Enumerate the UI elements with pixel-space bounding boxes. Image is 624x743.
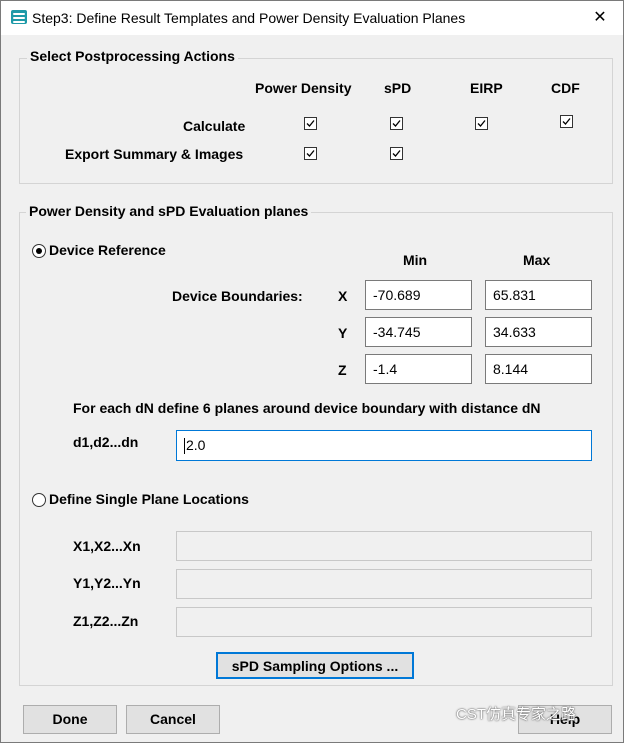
z-min-input[interactable]: -1.4 xyxy=(365,354,472,384)
y-min-input[interactable]: -34.745 xyxy=(365,317,472,347)
calculate-cdf-checkbox[interactable] xyxy=(560,115,573,128)
axis-y-label: Y xyxy=(338,325,348,341)
dn-label: d1,d2...dn xyxy=(73,434,139,450)
device-reference-label: Device Reference xyxy=(49,242,166,258)
app-wave-icon xyxy=(11,10,27,24)
device-boundaries-label: Device Boundaries: xyxy=(172,288,303,304)
z-max-input[interactable]: 8.144 xyxy=(485,354,592,384)
single-plane-radio[interactable] xyxy=(32,493,46,507)
z-planes-label: Z1,Z2...Zn xyxy=(73,613,139,629)
window-title: Step3: Define Result Templates and Power… xyxy=(32,10,466,26)
evaluation-planes-label: Power Density and sPD Evaluation planes xyxy=(26,203,312,219)
y-planes-label: Y1,Y2...Yn xyxy=(73,575,141,591)
text-cursor xyxy=(184,438,185,455)
calculate-spd-checkbox[interactable] xyxy=(390,117,403,130)
close-icon[interactable]: ✕ xyxy=(577,1,623,35)
row-export-label: Export Summary & Images xyxy=(65,146,244,162)
watermark-text: CST仿真专家之路 xyxy=(456,706,577,723)
spd-sampling-options-button[interactable]: sPD Sampling Options ... xyxy=(216,652,414,679)
dn-input[interactable]: 2.0 xyxy=(176,430,592,461)
dn-value: 2.0 xyxy=(186,437,206,453)
max-header: Max xyxy=(523,252,551,268)
cancel-button[interactable]: Cancel xyxy=(126,705,220,734)
row-calculate-label: Calculate xyxy=(183,118,246,134)
export-power-density-checkbox[interactable] xyxy=(304,147,317,160)
min-header: Min xyxy=(403,252,428,268)
device-reference-radio[interactable] xyxy=(32,244,46,258)
y-planes-input[interactable] xyxy=(176,569,592,599)
column-spd: sPD xyxy=(384,80,412,96)
x-max-input[interactable]: 65.831 xyxy=(485,280,592,310)
title-bar: Step3: Define Result Templates and Power… xyxy=(1,1,623,35)
export-spd-checkbox[interactable] xyxy=(390,147,403,160)
x-planes-label: X1,X2...Xn xyxy=(73,538,141,554)
y-max-input[interactable]: 34.633 xyxy=(485,317,592,347)
dn-description: For each dN define 6 planes around devic… xyxy=(73,400,541,416)
calculate-power-density-checkbox[interactable] xyxy=(304,117,317,130)
column-cdf: CDF xyxy=(551,80,580,96)
single-plane-label: Define Single Plane Locations xyxy=(49,491,249,507)
dialog-window: Step3: Define Result Templates and Power… xyxy=(0,0,624,743)
calculate-eirp-checkbox[interactable] xyxy=(475,117,488,130)
column-eirp: EIRP xyxy=(470,80,503,96)
x-min-input[interactable]: -70.689 xyxy=(365,280,472,310)
postprocessing-actions-label: Select Postprocessing Actions xyxy=(27,48,238,64)
axis-z-label: Z xyxy=(338,362,347,378)
column-power-density: Power Density xyxy=(255,80,352,96)
done-button[interactable]: Done xyxy=(23,705,117,734)
z-planes-input[interactable] xyxy=(176,607,592,637)
axis-x-label: X xyxy=(338,288,348,304)
x-planes-input[interactable] xyxy=(176,531,592,561)
